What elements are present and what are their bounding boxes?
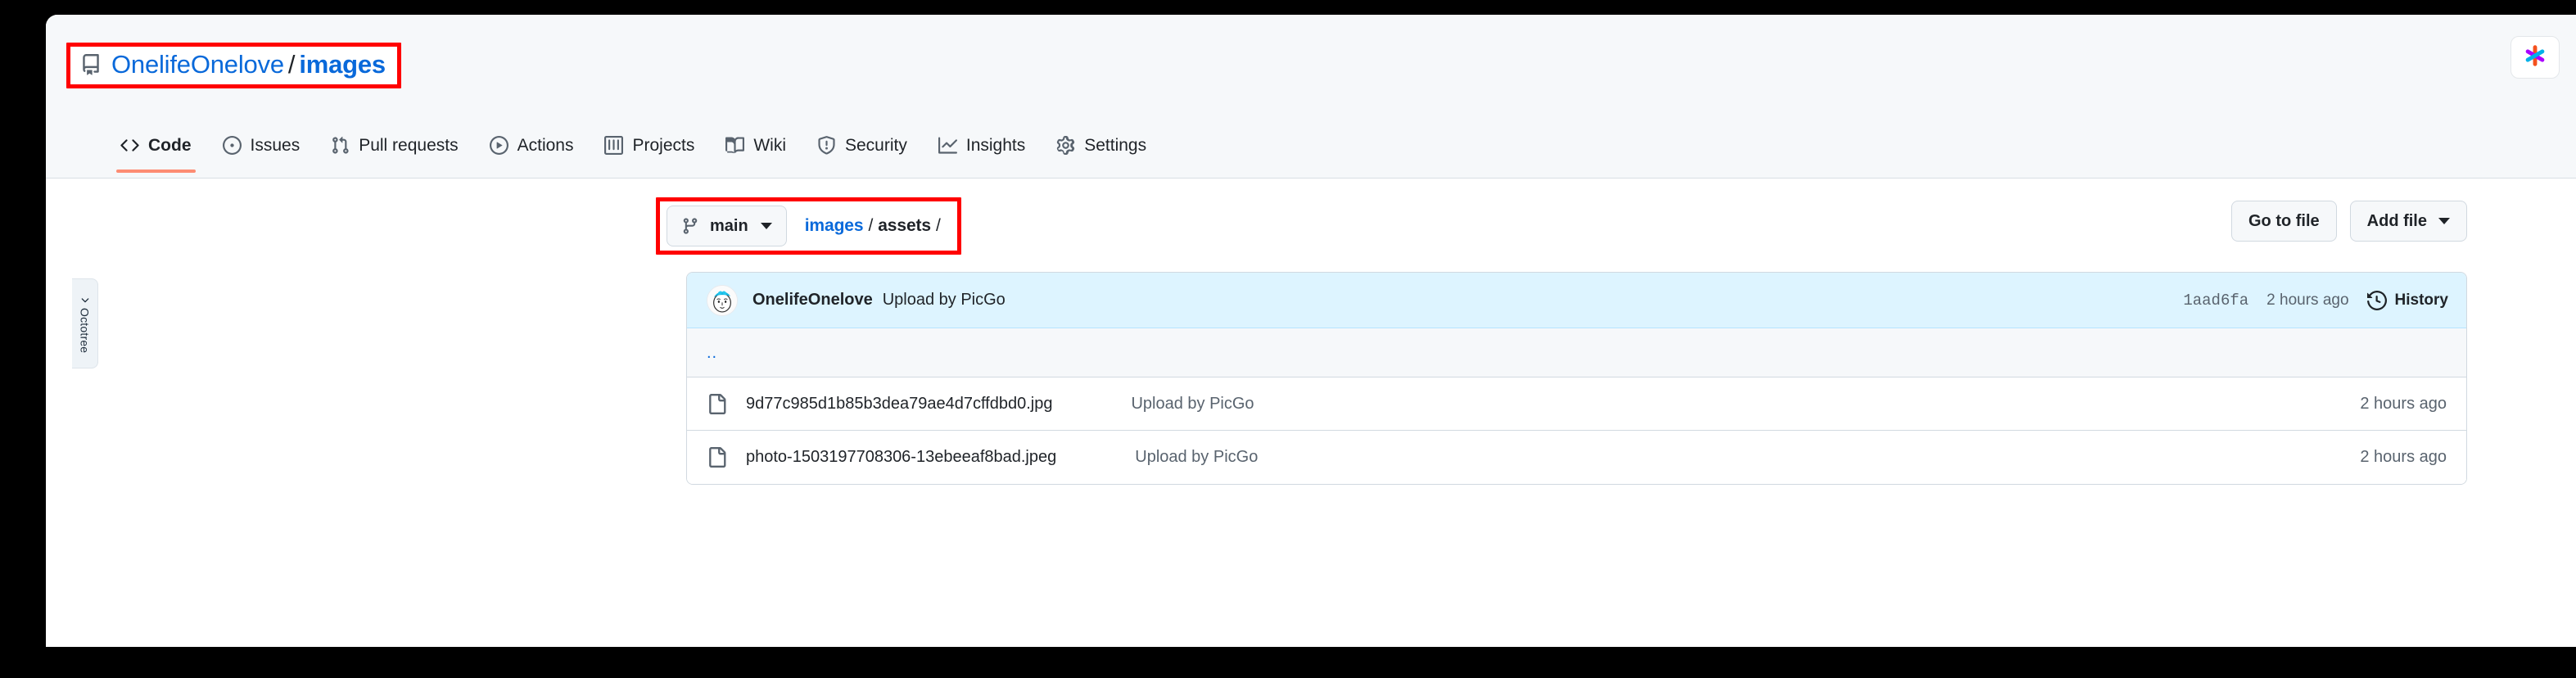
code-icon	[120, 136, 139, 155]
octotree-sidebar-toggle[interactable]: Octotree	[72, 278, 98, 368]
tab-security-label: Security	[845, 135, 907, 155]
commit-sha-link[interactable]: 1aad6fa	[2183, 292, 2248, 310]
branch-selector-button[interactable]: main	[667, 206, 787, 246]
tab-code[interactable]: Code	[105, 124, 207, 173]
repo-icon	[80, 54, 102, 75]
repo-title-separator: /	[287, 50, 296, 79]
breadcrumb: images / assets /	[805, 216, 946, 236]
parent-directory-row[interactable]: ..	[687, 328, 2466, 377]
breadcrumb-separator-1: /	[868, 216, 874, 235]
commit-right-meta: 1aad6fa 2 hours ago History	[2183, 290, 2448, 310]
git-pull-request-icon	[331, 136, 350, 155]
add-file-label: Add file	[2366, 211, 2427, 230]
tab-settings[interactable]: Settings	[1041, 124, 1162, 165]
tab-wiki-label: Wiki	[753, 135, 786, 155]
octotree-label: Octotree	[78, 307, 92, 354]
file-relative-time: 2 hours ago	[2360, 448, 2447, 466]
file-relative-time: 2 hours ago	[2360, 394, 2447, 413]
commit-message-link[interactable]: Upload by PicGo	[883, 291, 1006, 310]
asterisk-extension-icon	[2523, 43, 2547, 72]
avatar[interactable]	[707, 284, 738, 316]
file-list-table: OnelifeOnelove Upload by PicGo 1aad6fa 2…	[686, 272, 2467, 485]
history-clock-icon	[2366, 290, 2387, 310]
play-icon	[489, 135, 508, 155]
git-branch-icon	[681, 217, 699, 235]
go-to-file-label: Go to file	[2248, 211, 2320, 230]
issue-opened-icon	[222, 135, 242, 155]
graph-icon	[938, 136, 957, 155]
tab-insights[interactable]: Insights	[923, 124, 1041, 165]
shield-icon	[817, 135, 836, 155]
parent-directory-link[interactable]: ..	[707, 345, 717, 361]
repository-nav-tabs: Code Issues Pull requests Actions Projec…	[46, 124, 1162, 179]
tab-settings-label: Settings	[1084, 135, 1147, 155]
breadcrumb-separator-2: /	[936, 216, 941, 235]
tab-projects[interactable]: Projects	[589, 124, 710, 165]
tab-projects-label: Projects	[632, 135, 695, 155]
repository-header: OnelifeOnelove / images Code Issues Pull…	[46, 15, 2576, 179]
tab-actions-label: Actions	[517, 135, 574, 155]
table-row[interactable]: photo-1503197708306-13ebeeaf8bad.jpeg Up…	[687, 431, 2466, 484]
tab-code-label: Code	[148, 135, 192, 155]
file-commit-message[interactable]: Upload by PicGo	[1131, 395, 1254, 414]
file-name-link[interactable]: photo-1503197708306-13ebeeaf8bad.jpeg	[746, 448, 1056, 467]
tab-issues-label: Issues	[250, 135, 301, 155]
gear-icon	[1056, 135, 1075, 155]
tab-actions[interactable]: Actions	[474, 124, 590, 165]
table-icon	[604, 135, 624, 155]
chevron-right-icon	[79, 294, 91, 308]
page-title: OnelifeOnelove / images	[111, 51, 386, 79]
add-file-button[interactable]: Add file	[2349, 201, 2467, 242]
tab-insights-label: Insights	[965, 135, 1026, 155]
tab-security[interactable]: Security	[802, 124, 923, 165]
chevron-down-icon	[760, 223, 772, 229]
latest-commit-row: OnelifeOnelove Upload by PicGo 1aad6fa 2…	[687, 273, 2466, 328]
history-label: History	[2394, 291, 2448, 309]
main-content: main images / assets / Go to file Add file	[46, 179, 2576, 647]
toolbar-actions: Go to file Add file	[2230, 201, 2467, 242]
file-navigation-toolbar: main images / assets / Go to file Add file	[46, 179, 2576, 260]
tab-pull-requests[interactable]: Pull requests	[315, 124, 473, 165]
browser-page-surface: OnelifeOnelove / images Code Issues Pull…	[46, 15, 2576, 647]
table-row[interactable]: 9d77c985d1b85b3dea79ae4d7cffdbd0.jpg Upl…	[687, 377, 2466, 431]
repo-name-link[interactable]: images	[299, 50, 386, 79]
repo-owner-link[interactable]: OnelifeOnelove	[111, 50, 284, 79]
file-icon	[707, 447, 727, 468]
browser-extension-button[interactable]	[2510, 36, 2560, 79]
commit-relative-time: 2 hours ago	[2266, 291, 2349, 309]
tab-pull-requests-label: Pull requests	[359, 135, 459, 155]
repository-title-annotated: OnelifeOnelove / images	[66, 43, 401, 88]
book-icon	[725, 136, 745, 155]
go-to-file-button[interactable]: Go to file	[2230, 201, 2337, 242]
breadcrumb-current: assets	[878, 216, 932, 235]
commit-author-link[interactable]: OnelifeOnelove	[752, 291, 873, 310]
chevron-down-icon	[2438, 218, 2450, 224]
history-link[interactable]: History	[2366, 290, 2448, 310]
file-commit-message[interactable]: Upload by PicGo	[1135, 448, 1258, 467]
tab-issues[interactable]: Issues	[207, 124, 316, 165]
file-icon	[707, 393, 727, 414]
breadcrumb-root-link[interactable]: images	[805, 216, 864, 235]
file-name-link[interactable]: 9d77c985d1b85b3dea79ae4d7cffdbd0.jpg	[746, 395, 1052, 414]
branch-name-label: main	[710, 216, 748, 235]
tab-wiki[interactable]: Wiki	[710, 124, 802, 165]
commit-meta: OnelifeOnelove Upload by PicGo	[752, 291, 1006, 310]
branch-and-breadcrumb-annotated: main images / assets /	[656, 197, 961, 255]
